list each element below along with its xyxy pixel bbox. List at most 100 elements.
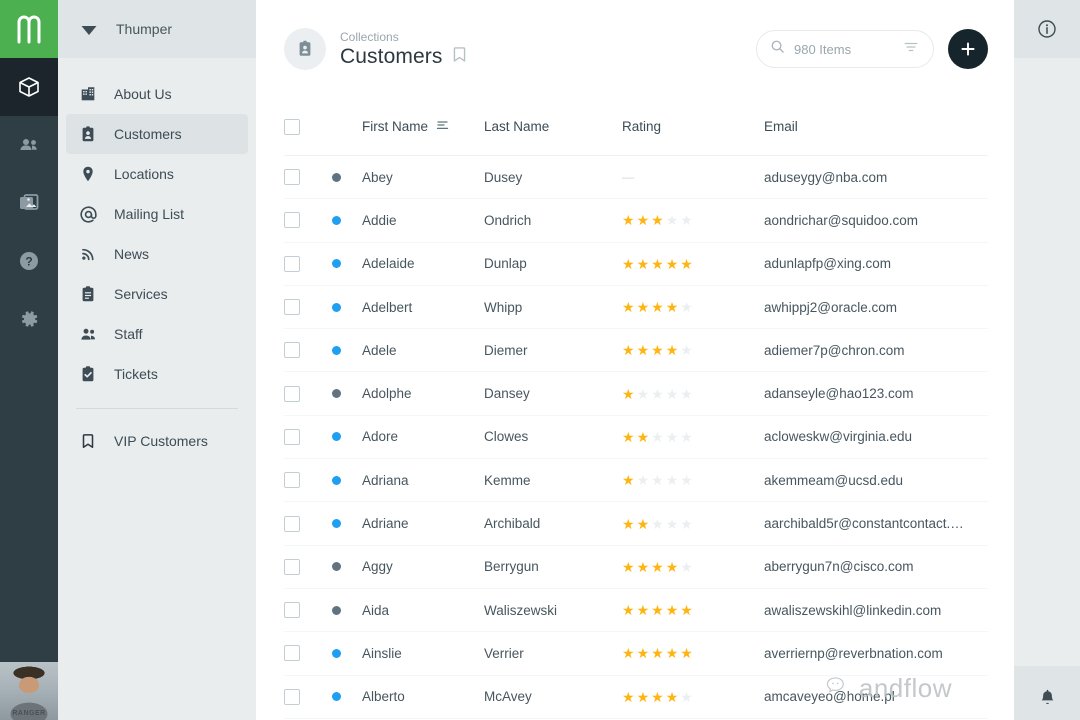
row-checkbox[interactable] — [284, 342, 300, 358]
rating-stars[interactable]: ★★★★★ — [622, 300, 693, 314]
sidebar-item-customers[interactable]: Customers — [66, 114, 248, 154]
bookmark-outline-icon[interactable] — [452, 46, 467, 68]
rating-stars[interactable]: ★★★★★ — [622, 603, 693, 617]
rail-item-help[interactable]: ? — [0, 232, 58, 290]
table-row[interactable]: AidaWaliszewski★★★★★awaliszewskihl@linke… — [284, 589, 988, 632]
select-all-checkbox[interactable] — [284, 119, 300, 135]
star-icon[interactable]: ★ — [680, 343, 693, 357]
star-icon[interactable]: ★ — [622, 603, 635, 617]
rail-item-settings[interactable] — [0, 290, 58, 348]
user-avatar[interactable]: RANGER — [0, 662, 58, 720]
row-checkbox[interactable] — [284, 169, 300, 185]
star-icon[interactable]: ★ — [666, 343, 679, 357]
star-icon[interactable]: ★ — [637, 213, 650, 227]
table-row[interactable]: AdolpheDansey★★★★★adanseyle@hao123.com — [284, 372, 988, 415]
sidebar-item-vip-customers[interactable]: VIP Customers — [66, 421, 248, 461]
star-icon[interactable]: ★ — [666, 300, 679, 314]
table-row[interactable]: AdelbertWhipp★★★★★awhippj2@oracle.com — [284, 286, 988, 329]
star-icon[interactable]: ★ — [622, 473, 635, 487]
row-checkbox[interactable] — [284, 299, 300, 315]
row-checkbox[interactable] — [284, 516, 300, 532]
row-checkbox[interactable] — [284, 472, 300, 488]
row-checkbox[interactable] — [284, 386, 300, 402]
star-icon[interactable]: ★ — [651, 387, 664, 401]
rail-item-people[interactable] — [0, 116, 58, 174]
star-icon[interactable]: ★ — [680, 603, 693, 617]
table-row[interactable]: AdeleDiemer★★★★★adiemer7p@chron.com — [284, 329, 988, 372]
star-icon[interactable]: ★ — [666, 257, 679, 271]
rating-stars[interactable]: ★★★★★ — [622, 473, 693, 487]
rating-stars[interactable]: ★★★★★ — [622, 560, 693, 574]
table-row[interactable]: AinslieVerrier★★★★★averriernp@reverbnati… — [284, 632, 988, 675]
star-icon[interactable]: ★ — [680, 300, 693, 314]
sidebar-item-tickets[interactable]: Tickets — [66, 354, 248, 394]
star-icon[interactable]: ★ — [622, 646, 635, 660]
star-icon[interactable]: ★ — [637, 430, 650, 444]
star-icon[interactable]: ★ — [666, 430, 679, 444]
star-icon[interactable]: ★ — [622, 387, 635, 401]
sidebar-item-news[interactable]: News — [66, 234, 248, 274]
column-header-email[interactable]: Email — [764, 119, 988, 134]
add-button[interactable] — [948, 29, 988, 69]
star-icon[interactable]: ★ — [637, 473, 650, 487]
info-button[interactable] — [1014, 0, 1080, 58]
app-logo[interactable] — [0, 0, 58, 58]
star-icon[interactable]: ★ — [680, 387, 693, 401]
table-row[interactable]: AddieOndrich★★★★★aondrichar@squidoo.com — [284, 199, 988, 242]
star-icon[interactable]: ★ — [651, 517, 664, 531]
table-row[interactable]: AdoreClowes★★★★★acloweskw@virginia.edu — [284, 416, 988, 459]
star-icon[interactable]: ★ — [666, 646, 679, 660]
filter-icon[interactable] — [903, 39, 919, 60]
rating-stars[interactable]: ★★★★★ — [622, 517, 693, 531]
star-icon[interactable]: ★ — [651, 213, 664, 227]
star-icon[interactable]: ★ — [651, 343, 664, 357]
rating-stars[interactable]: ★★★★★ — [622, 343, 693, 357]
star-icon[interactable]: ★ — [680, 473, 693, 487]
row-checkbox[interactable] — [284, 645, 300, 661]
row-checkbox[interactable] — [284, 256, 300, 272]
row-checkbox[interactable] — [284, 429, 300, 445]
column-header-first-name[interactable]: First Name — [362, 119, 484, 134]
rail-item-collections[interactable] — [0, 58, 58, 116]
star-icon[interactable]: ★ — [680, 646, 693, 660]
star-icon[interactable]: ★ — [637, 646, 650, 660]
star-icon[interactable]: ★ — [622, 517, 635, 531]
star-icon[interactable]: ★ — [666, 213, 679, 227]
table-row[interactable]: AlbertoMcAvey★★★★★amcaveyeo@home.pl — [284, 676, 988, 719]
rating-stars[interactable]: ★★★★★ — [622, 213, 693, 227]
star-icon[interactable]: ★ — [680, 690, 693, 704]
star-icon[interactable]: ★ — [637, 300, 650, 314]
row-checkbox[interactable] — [284, 212, 300, 228]
table-row[interactable]: AbeyDusey––aduseygy@nba.com — [284, 156, 988, 199]
column-header-rating[interactable]: Rating — [622, 119, 764, 134]
star-icon[interactable]: ★ — [680, 560, 693, 574]
star-icon[interactable]: ★ — [637, 257, 650, 271]
sidebar-item-staff[interactable]: Staff — [66, 314, 248, 354]
star-icon[interactable]: ★ — [622, 257, 635, 271]
rail-item-media[interactable] — [0, 174, 58, 232]
star-icon[interactable]: ★ — [637, 603, 650, 617]
sort-icon[interactable] — [436, 119, 450, 134]
star-icon[interactable]: ★ — [666, 473, 679, 487]
column-header-last-name[interactable]: Last Name — [484, 119, 622, 134]
star-icon[interactable]: ★ — [637, 690, 650, 704]
sidebar-item-locations[interactable]: Locations — [66, 154, 248, 194]
row-checkbox[interactable] — [284, 602, 300, 618]
star-icon[interactable]: ★ — [666, 560, 679, 574]
star-icon[interactable]: ★ — [622, 213, 635, 227]
star-icon[interactable]: ★ — [680, 430, 693, 444]
notifications-button[interactable] — [1014, 666, 1080, 720]
row-checkbox[interactable] — [284, 559, 300, 575]
sidebar-item-services[interactable]: Services — [66, 274, 248, 314]
sidebar-item-about-us[interactable]: About Us — [66, 74, 248, 114]
star-icon[interactable]: ★ — [651, 473, 664, 487]
star-icon[interactable]: ★ — [622, 343, 635, 357]
star-icon[interactable]: ★ — [666, 603, 679, 617]
star-icon[interactable]: ★ — [680, 213, 693, 227]
star-icon[interactable]: ★ — [680, 257, 693, 271]
search-input[interactable] — [794, 42, 894, 57]
row-checkbox[interactable] — [284, 689, 300, 705]
table-row[interactable]: AggyBerrygun★★★★★aberrygun7n@cisco.com — [284, 546, 988, 589]
table-row[interactable]: AdrianeArchibald★★★★★aarchibald5r@consta… — [284, 502, 988, 545]
star-icon[interactable]: ★ — [637, 343, 650, 357]
